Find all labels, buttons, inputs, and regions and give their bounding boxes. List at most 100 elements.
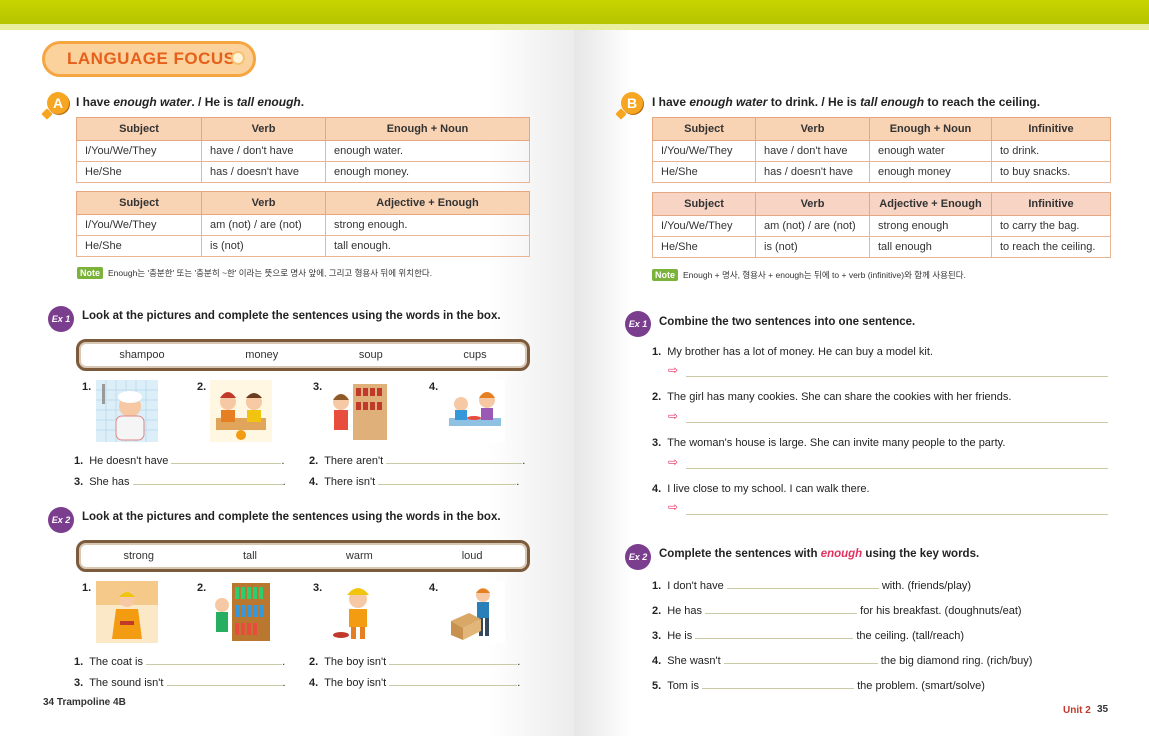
table-row: He/She is (not) tall enough. bbox=[76, 235, 530, 257]
title-part: . / He is bbox=[191, 95, 237, 109]
ex1-sentence-1: 1. He doesn't have . bbox=[74, 454, 285, 467]
item-text: the big diamond ring. (rich/buy) bbox=[880, 655, 1033, 667]
item-text: My brother has a lot of money. He can bu… bbox=[667, 346, 933, 358]
cell: strong enough. bbox=[325, 214, 530, 236]
cell: am (not) / are (not) bbox=[201, 214, 326, 236]
sentence-number: 4. bbox=[309, 476, 319, 488]
answer-blank[interactable] bbox=[723, 654, 878, 664]
item-number: 3. bbox=[652, 630, 662, 642]
section-a-badge: A bbox=[41, 92, 69, 120]
item-text: She wasn't bbox=[667, 655, 721, 667]
item-text: He has bbox=[667, 605, 703, 617]
answer-blank[interactable] bbox=[132, 475, 283, 485]
title-key-word: enough bbox=[820, 548, 863, 560]
table-row: I/You/We/They am (not) / are (not) strong … bbox=[652, 215, 1111, 237]
item-number: 2. bbox=[652, 605, 662, 617]
answer-blank[interactable] bbox=[166, 676, 283, 686]
answer-blank[interactable] bbox=[695, 629, 854, 639]
answer-blank[interactable] bbox=[171, 454, 282, 464]
answer-blank[interactable] bbox=[702, 679, 855, 689]
table-header: Verb bbox=[201, 117, 326, 141]
complete-item-3: 3. He is the ceiling. (tall/reach) bbox=[652, 629, 964, 642]
answer-blank[interactable] bbox=[389, 676, 518, 686]
ex1-sentence-3: 3. She has . bbox=[74, 475, 286, 488]
answer-line[interactable] bbox=[686, 422, 1108, 423]
answer-line[interactable] bbox=[686, 468, 1108, 469]
girl-in-coat-illustration bbox=[96, 581, 158, 643]
sentence-number: 4. bbox=[309, 677, 319, 689]
item-text: I don't have bbox=[667, 580, 724, 592]
cell: enough money. bbox=[325, 161, 530, 183]
ex2-sentence-2: 2. The boy isn't . bbox=[309, 655, 521, 668]
item-number: 2. bbox=[652, 391, 662, 403]
cell: am (not) / are (not) bbox=[755, 215, 870, 237]
cell: He/She bbox=[76, 235, 202, 257]
word-box-item: cups bbox=[463, 349, 487, 361]
complete-item-5: 5. Tom is the problem. (smart/solve) bbox=[652, 679, 985, 692]
girl-at-shelf-illustration bbox=[327, 380, 389, 442]
item-text: I live close to my school. I can walk th… bbox=[667, 483, 870, 495]
answer-blank[interactable] bbox=[378, 475, 517, 485]
table-row: I/You/We/They am (not) / are (not) strong … bbox=[76, 214, 530, 236]
note-label: Note bbox=[652, 269, 678, 281]
arrow-icon: ⇨ bbox=[668, 409, 679, 423]
note-b: Note Enough + 명사, 형용사 + enough는 뒤에 to + v… bbox=[652, 269, 966, 281]
sentence-text: The boy isn't bbox=[324, 656, 387, 668]
table-header: Subject bbox=[652, 192, 756, 216]
sentence-text: There isn't bbox=[324, 476, 376, 488]
word-box-1: shampoo money soup cups bbox=[76, 339, 530, 371]
ex2-sentence-4: 4. The boy isn't . bbox=[309, 676, 521, 689]
table-row: He/She has / doesn't have enough money. bbox=[76, 161, 530, 183]
item-text: the ceiling. (tall/reach) bbox=[856, 630, 964, 642]
item-number: 5. bbox=[652, 680, 662, 692]
cell: I/You/We/They bbox=[652, 215, 756, 237]
combine-item-3: 3. The woman's house is large. She can in… bbox=[652, 437, 1005, 449]
ex2-title: Look at the pictures and complete the se… bbox=[82, 511, 501, 523]
language-focus-banner: LANGUAGE FOCUS bbox=[42, 41, 256, 77]
boy-at-bookshelf-illustration bbox=[210, 581, 272, 643]
ex1-title: Look at the pictures and complete the se… bbox=[82, 310, 501, 322]
item-number: 4. bbox=[652, 655, 662, 667]
title-part: to reach the ceiling. bbox=[924, 95, 1041, 109]
item-number: 1. bbox=[652, 346, 662, 358]
cell: to reach the ceiling. bbox=[991, 236, 1111, 258]
boy-lifting-box-illustration bbox=[443, 581, 505, 643]
left-page-footer: 34 Trampoline 4B bbox=[43, 697, 126, 708]
ex2-right-badge: Ex 2 bbox=[625, 544, 651, 570]
cell: I/You/We/They bbox=[76, 140, 202, 162]
answer-blank[interactable] bbox=[705, 604, 858, 614]
item-number: 4. bbox=[652, 483, 662, 495]
ex1-badge: Ex 1 bbox=[48, 306, 74, 332]
sentence-number: 2. bbox=[309, 455, 319, 467]
ex1-right-title: Combine the two sentences into one sente… bbox=[659, 316, 916, 328]
cell: to drink. bbox=[991, 140, 1111, 162]
cell: has / doesn't have bbox=[755, 161, 870, 183]
picture-number: 1. bbox=[82, 582, 92, 594]
answer-blank[interactable] bbox=[146, 655, 283, 665]
answer-blank[interactable] bbox=[389, 655, 518, 665]
answer-blank[interactable] bbox=[386, 454, 523, 464]
answer-line[interactable] bbox=[686, 514, 1108, 515]
cell: strong enough bbox=[869, 215, 992, 237]
table-header: Infinitive bbox=[991, 192, 1111, 216]
item-text: The girl has many cookies. She can share… bbox=[667, 391, 1012, 403]
cell: tall enough bbox=[869, 236, 992, 258]
cell: enough water. bbox=[325, 140, 530, 162]
item-text: The woman's house is large. She can invi… bbox=[667, 437, 1006, 449]
complete-item-2: 2. He has for his breakfast. (doughnuts/e… bbox=[652, 604, 1022, 617]
combine-item-4: 4. I live close to my school. I can walk … bbox=[652, 483, 870, 495]
sentence-text: The boy isn't bbox=[324, 677, 387, 689]
cell: have / don't have bbox=[755, 140, 870, 162]
word-box-item: warm bbox=[345, 550, 373, 562]
picture-number: 2. bbox=[197, 381, 207, 393]
sentence-text: There aren't bbox=[324, 455, 384, 467]
ex2-right-title: Complete the sentences with enough using… bbox=[659, 548, 979, 560]
cell: He/She bbox=[652, 161, 756, 183]
table-header: Subject bbox=[76, 191, 202, 215]
answer-blank[interactable] bbox=[726, 579, 879, 589]
picture-number: 4. bbox=[429, 381, 439, 393]
ex2-sentence-1: 1. The coat is . bbox=[74, 655, 286, 668]
title-part: Complete the sentences with bbox=[659, 548, 821, 560]
answer-line[interactable] bbox=[686, 376, 1108, 377]
title-part-italic: enough water bbox=[113, 95, 192, 109]
